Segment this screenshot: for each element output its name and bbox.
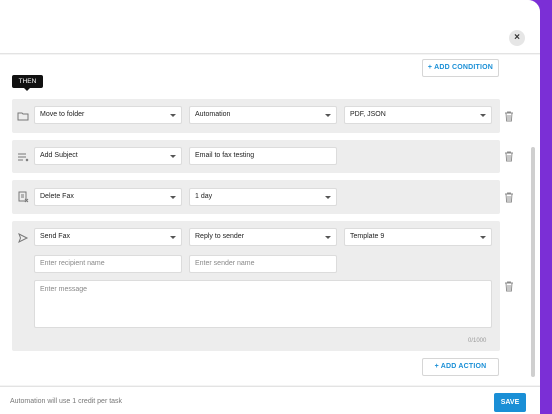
trash-icon[interactable] (504, 151, 514, 162)
action-row-move-folder: Move to folder Automation PDF, JSON (12, 99, 500, 133)
add-condition-button[interactable]: + ADD CONDITION (422, 59, 499, 77)
chevron-down-icon (170, 236, 176, 239)
reply-to-select[interactable]: Reply to sender (189, 228, 337, 246)
close-icon[interactable]: × (509, 30, 525, 46)
chevron-down-icon (170, 196, 176, 199)
then-badge: THEN (12, 75, 43, 91)
action-row-add-subject: Add Subject Email to fax testing (12, 140, 500, 173)
dialog-footer: Automation will use 1 credit per task SA… (0, 386, 540, 414)
delete-fax-icon (17, 191, 29, 203)
trash-icon[interactable] (504, 281, 514, 292)
chevron-down-icon (480, 236, 486, 239)
character-counter: 0/1000 (468, 338, 487, 344)
subject-input[interactable]: Email to fax testing (189, 147, 337, 165)
format-select[interactable]: PDF, JSON (344, 106, 492, 124)
trash-icon[interactable] (504, 111, 514, 122)
dialog-header: × (0, 0, 540, 54)
template-select[interactable]: Template 9 (344, 228, 492, 246)
action-type-value: Delete Fax (40, 193, 74, 200)
add-action-button[interactable]: + ADD ACTION (422, 358, 499, 376)
save-button[interactable]: SAVE (494, 393, 526, 412)
folder-select[interactable]: Automation (189, 106, 337, 124)
action-type-value: Add Subject (40, 152, 78, 159)
reply-to-value: Reply to sender (195, 233, 245, 240)
action-type-select[interactable]: Add Subject (34, 147, 182, 165)
chevron-down-icon (170, 114, 176, 117)
send-icon (17, 232, 29, 244)
action-row-send-fax: Send Fax Reply to sender Template 9 Ente… (12, 221, 500, 351)
recipient-name-input[interactable]: Enter recipient name (34, 255, 182, 273)
trash-icon[interactable] (504, 192, 514, 203)
sender-name-input[interactable]: Enter sender name (189, 255, 337, 273)
action-type-select[interactable]: Send Fax (34, 228, 182, 246)
scrollbar[interactable] (531, 147, 535, 377)
credit-note: Automation will use 1 credit per task (10, 398, 123, 405)
delete-delay-value: 1 day (195, 193, 213, 200)
folder-icon (17, 110, 29, 122)
delete-delay-select[interactable]: 1 day (189, 188, 337, 206)
format-value: PDF, JSON (350, 111, 386, 118)
action-type-select[interactable]: Move to folder (34, 106, 182, 124)
folder-value: Automation (195, 111, 231, 118)
action-type-value: Send Fax (40, 233, 70, 240)
text-lines-icon (17, 151, 29, 163)
template-value: Template 9 (350, 233, 385, 240)
message-textarea[interactable]: Enter message (34, 280, 492, 328)
chevron-down-icon (480, 114, 486, 117)
action-row-delete-fax: Delete Fax 1 day (12, 180, 500, 214)
chevron-down-icon (170, 155, 176, 158)
action-type-value: Move to folder (40, 111, 85, 118)
automation-dialog: × + ADD CONDITION THEN Move to folder Au… (0, 0, 540, 414)
chevron-down-icon (325, 236, 331, 239)
chevron-down-icon (325, 196, 331, 199)
chevron-down-icon (325, 114, 331, 117)
action-type-select[interactable]: Delete Fax (34, 188, 182, 206)
